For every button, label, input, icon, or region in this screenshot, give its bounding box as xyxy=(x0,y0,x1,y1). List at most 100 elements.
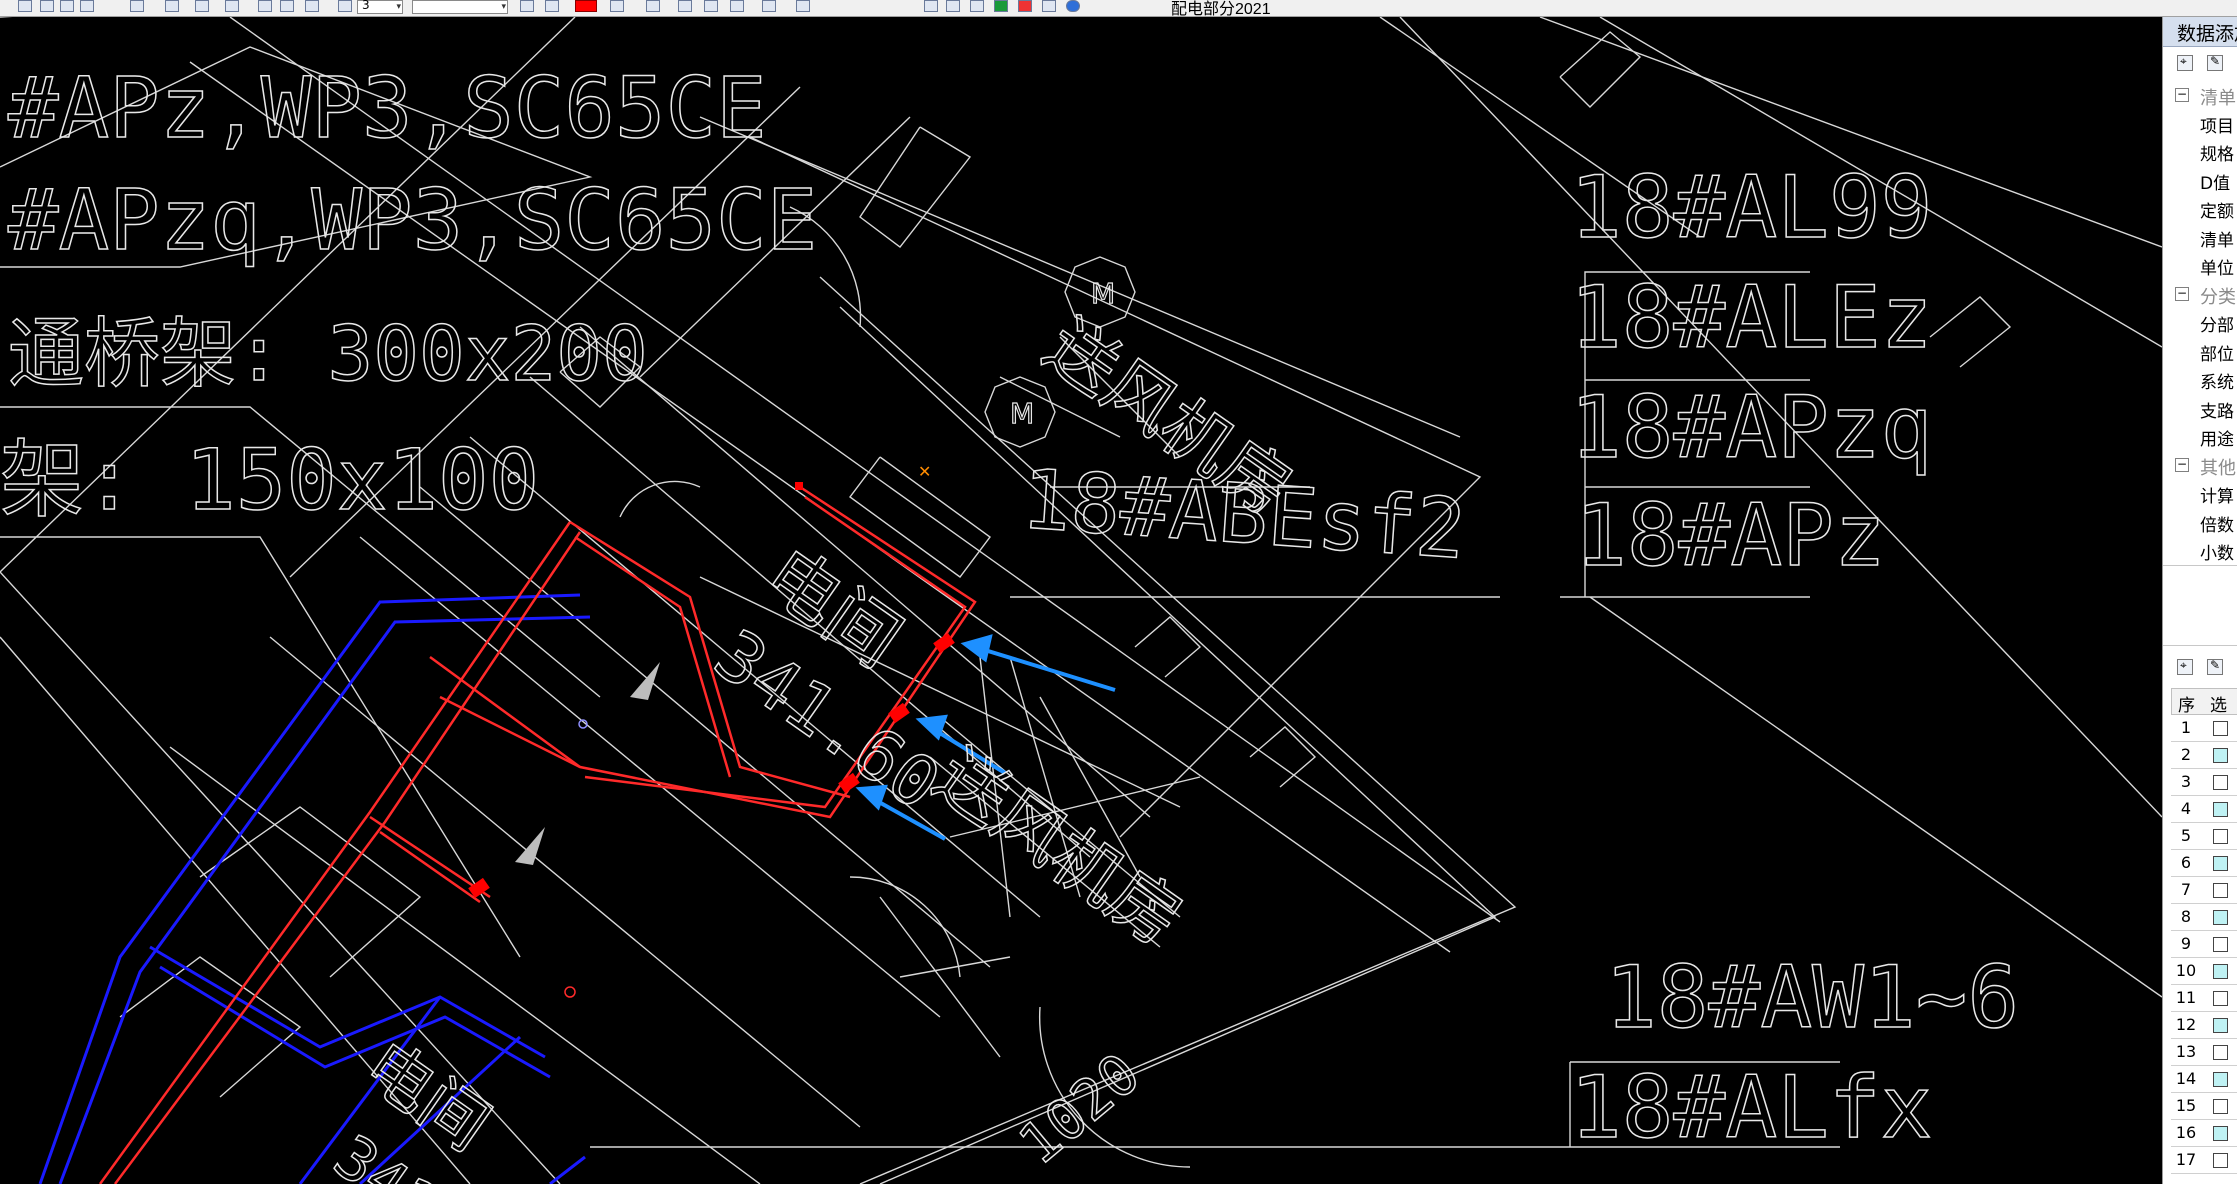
prop-row-unit[interactable]: 单位 xyxy=(2163,251,2237,279)
row-checkbox[interactable] xyxy=(2213,1126,2228,1141)
table-row[interactable]: 11 xyxy=(2171,985,2237,1012)
save-icon[interactable] xyxy=(60,0,74,12)
row-checkbox[interactable] xyxy=(2213,1153,2228,1168)
chevron-down-icon: ▾ xyxy=(396,2,401,12)
help-icon[interactable] xyxy=(1066,0,1080,12)
row-checkbox[interactable] xyxy=(2213,1018,2228,1033)
drawing-name[interactable]: 配电部分2021 xyxy=(1171,0,1271,16)
layer-combo[interactable]: 3 ▾ xyxy=(357,0,403,14)
prop-row-decimal[interactable]: 小数 xyxy=(2163,536,2237,564)
row-checkbox[interactable] xyxy=(2213,1072,2228,1087)
collapse-icon[interactable]: − xyxy=(2175,287,2189,301)
prop-row-spec[interactable]: 规格 xyxy=(2163,137,2237,165)
prop-row-item[interactable]: 项目 xyxy=(2163,109,2237,137)
calc-icon[interactable] xyxy=(1042,0,1056,12)
linetype-combo[interactable]: ▾ xyxy=(412,0,508,14)
line-style-icon[interactable] xyxy=(646,0,660,12)
table-row[interactable]: 12 xyxy=(2171,1012,2237,1039)
sheet-icon[interactable] xyxy=(946,0,960,12)
row-checkbox[interactable] xyxy=(2213,883,2228,898)
doc-icon[interactable] xyxy=(970,0,984,12)
panel-header: 数据添加 xyxy=(2163,17,2237,47)
table-row[interactable]: 5 xyxy=(2171,823,2237,850)
chevron-down-icon: ▾ xyxy=(501,2,506,12)
row-checkbox[interactable] xyxy=(2213,775,2228,790)
lock-icon[interactable] xyxy=(520,0,534,12)
group-other[interactable]: − 其他 xyxy=(2163,451,2237,479)
snap-icon[interactable] xyxy=(280,0,294,12)
label-aw: 18#AW1~6 xyxy=(1605,948,2019,1048)
prop-row-location[interactable]: 部位 xyxy=(2163,337,2237,365)
prop-row-multiplier[interactable]: 倍数 xyxy=(2163,508,2237,536)
row-number: 1 xyxy=(2180,718,2192,737)
line-weight-icon[interactable] xyxy=(678,0,692,12)
table-row[interactable]: 10 xyxy=(2171,958,2237,985)
refresh-icon[interactable] xyxy=(40,0,54,12)
delete-icon[interactable] xyxy=(1018,0,1032,12)
snap-marker: ✕ xyxy=(918,462,931,481)
grid-icon[interactable] xyxy=(730,0,744,12)
table-row[interactable]: 15 xyxy=(2171,1093,2237,1120)
row-checkbox[interactable] xyxy=(2213,991,2228,1006)
row-checkbox[interactable] xyxy=(2213,910,2228,925)
cad-drawing-canvas[interactable]: ✕ #APz,WP3,SC65CE #APzq,WP3,SC65CE 通桥架: … xyxy=(0,17,2162,1184)
prop-row-calc[interactable]: 计算 xyxy=(2163,479,2237,507)
toolbar: 3 ▾ ▾ 配电部分2021 xyxy=(0,0,2237,17)
layer-state-icon[interactable] xyxy=(338,0,352,12)
table-row[interactable]: 9 xyxy=(2171,931,2237,958)
dots-icon[interactable] xyxy=(762,0,776,12)
row-checkbox[interactable] xyxy=(2213,1099,2228,1114)
table-row[interactable]: 14 xyxy=(2171,1066,2237,1093)
pin-icon[interactable]: ⌖ xyxy=(2177,658,2193,675)
prop-row-usage[interactable]: 用途 xyxy=(2163,422,2237,450)
undo-icon[interactable] xyxy=(80,0,94,12)
color-swatch[interactable] xyxy=(575,0,597,12)
group-list[interactable]: − 清单 xyxy=(2163,81,2237,109)
table-row[interactable]: 16 xyxy=(2171,1120,2237,1147)
table-row[interactable]: 6 xyxy=(2171,850,2237,877)
layer-icon[interactable] xyxy=(305,0,319,12)
row-checkbox[interactable] xyxy=(2213,829,2228,844)
prop-row-list[interactable]: 清单 xyxy=(2163,223,2237,251)
collapse-icon[interactable]: − xyxy=(2175,458,2189,472)
scissors-icon[interactable] xyxy=(258,0,272,12)
table-row[interactable]: 4 xyxy=(2171,796,2237,823)
table-row[interactable]: 17 xyxy=(2171,1147,2237,1174)
collapse-icon[interactable]: − xyxy=(2175,88,2189,102)
picture-icon[interactable] xyxy=(796,0,810,12)
table-row[interactable]: 13 xyxy=(2171,1039,2237,1066)
row-checkbox[interactable] xyxy=(2213,964,2228,979)
pin-icon[interactable]: ⌖ xyxy=(2177,54,2193,71)
table-row[interactable]: 3 xyxy=(2171,769,2237,796)
prop-row-system[interactable]: 系统 xyxy=(2163,365,2237,393)
pan-icon[interactable] xyxy=(165,0,179,12)
measure-icon[interactable] xyxy=(195,0,209,12)
layer-off-icon[interactable] xyxy=(545,0,559,12)
row-checkbox[interactable] xyxy=(2213,1045,2228,1060)
label-alez: 18#ALEz xyxy=(1570,268,1932,368)
table-icon[interactable] xyxy=(924,0,938,12)
open-icon[interactable] xyxy=(18,0,32,12)
filter-icon[interactable] xyxy=(225,0,239,12)
group-category[interactable]: − 分类 xyxy=(2163,280,2237,308)
row-checkbox[interactable] xyxy=(2213,856,2228,871)
row-checkbox[interactable] xyxy=(2213,748,2228,763)
paint-icon[interactable] xyxy=(610,0,624,12)
row-checkbox[interactable] xyxy=(2213,721,2228,736)
select-icon[interactable] xyxy=(130,0,144,12)
table-row[interactable]: 1 xyxy=(2171,715,2237,742)
edit-icon[interactable]: ✎ xyxy=(2207,658,2223,675)
row-checkbox[interactable] xyxy=(2213,937,2228,952)
row-checkbox[interactable] xyxy=(2213,802,2228,817)
table-row[interactable]: 2 xyxy=(2171,742,2237,769)
prop-row-division[interactable]: 分部 xyxy=(2163,308,2237,336)
table-row[interactable]: 8 xyxy=(2171,904,2237,931)
prop-row-dvalue[interactable]: D值 xyxy=(2163,166,2237,194)
prop-row-quota[interactable]: 定额 xyxy=(2163,194,2237,222)
prop-row-branch[interactable]: 支路 xyxy=(2163,394,2237,422)
edit-icon[interactable]: ✎ xyxy=(2207,54,2223,71)
print-icon[interactable] xyxy=(704,0,718,12)
row-number: 2 xyxy=(2180,745,2192,764)
ruler-icon[interactable] xyxy=(994,0,1008,12)
table-row[interactable]: 7 xyxy=(2171,877,2237,904)
